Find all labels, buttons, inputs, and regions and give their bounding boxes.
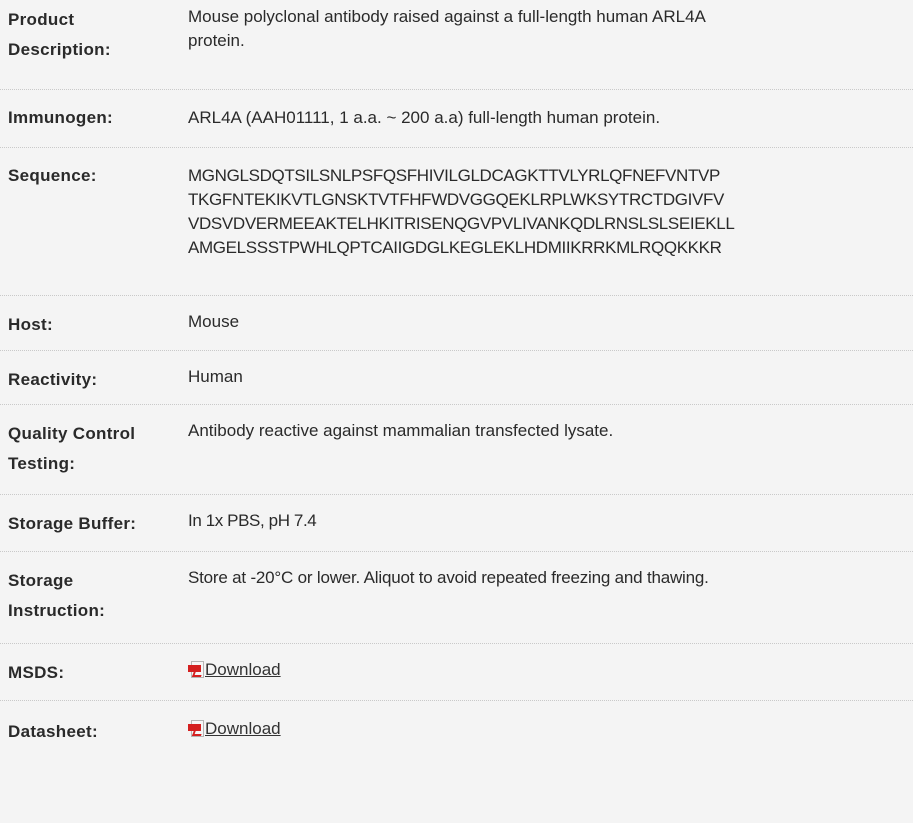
msds-value: Download [188, 658, 913, 686]
host-value: Mouse [188, 312, 240, 331]
sequence-label: Sequence: [8, 166, 97, 185]
product-description-value-line2: protein. [188, 31, 245, 50]
row-msds: MSDS: Download [0, 644, 913, 701]
datasheet-download-link[interactable]: Download [188, 717, 281, 741]
quality-control-label-line1: Quality Control [8, 424, 136, 443]
row-datasheet: Datasheet: Download [0, 701, 913, 758]
quality-control-label-line2: Testing: [8, 454, 76, 473]
quality-control-value: Antibody reactive against mammalian tran… [188, 421, 614, 440]
product-description-value: Mouse polyclonal antibody raised against… [188, 5, 913, 53]
storage-instruction-label: Storage Instruction: [0, 566, 188, 626]
row-sequence: Sequence: MGNGLSDQTSILSNLPSFQSFHIVILGLDC… [0, 148, 913, 296]
row-quality-control: Quality Control Testing: Antibody reacti… [0, 405, 913, 495]
storage-instruction-value: Store at -20°C or lower. Aliquot to avoi… [188, 568, 709, 587]
immunogen-value: ARL4A (AAH01111, 1 a.a. ~ 200 a.a) full-… [188, 108, 661, 127]
reactivity-value: Human [188, 367, 243, 386]
product-description-label: Product Description: [0, 5, 188, 65]
reactivity-label: Reactivity: [8, 370, 98, 389]
row-host: Host: Mouse [0, 296, 913, 351]
row-immunogen: Immunogen: ARL4A (AAH01111, 1 a.a. ~ 200… [0, 90, 913, 148]
storage-instruction-label-line1: Storage [8, 571, 74, 590]
msds-download-link[interactable]: Download [188, 658, 281, 682]
datasheet-label: Datasheet: [8, 722, 98, 741]
sequence-value: MGNGLSDQTSILSNLPSFQSFHIVILGLDCAGKTTVLYRL… [188, 164, 913, 260]
sequence-line: MGNGLSDQTSILSNLPSFQSFHIVILGLDCAGKTTVLYRL… [188, 166, 720, 185]
product-description-label-line2: Description: [8, 40, 111, 59]
pdf-icon [188, 720, 204, 738]
product-description-label-line1: Product [8, 10, 75, 29]
row-product-description: Product Description: Mouse polyclonal an… [0, 0, 913, 90]
host-label: Host: [8, 315, 53, 334]
storage-instruction-label-line2: Instruction: [8, 601, 106, 620]
sequence-line: AMGELSSSTPWHLQPTCAIIGDGLKEGLEKLHDMIIKRRK… [188, 238, 722, 257]
sequence-line: TKGFNTEKIKVTLGNSKTVTFHFWDVGGQEKLRPLWKSYT… [188, 190, 725, 209]
product-spec-table: Product Description: Mouse polyclonal an… [0, 0, 913, 758]
immunogen-label: Immunogen: [8, 108, 113, 127]
row-storage-instruction: Storage Instruction: Store at -20°C or l… [0, 552, 913, 644]
storage-buffer-label: Storage Buffer: [8, 514, 137, 533]
datasheet-value: Download [188, 717, 913, 745]
sequence-line: VDSVDVERMEEAKTELHKITRISENQGVPVLIVANKQDLR… [188, 214, 735, 233]
msds-label: MSDS: [8, 663, 65, 682]
row-reactivity: Reactivity: Human [0, 351, 913, 405]
storage-buffer-value: In 1x PBS, pH 7.4 [188, 511, 317, 530]
row-storage-buffer: Storage Buffer: In 1x PBS, pH 7.4 [0, 495, 913, 552]
datasheet-download-label[interactable]: Download [205, 717, 281, 741]
msds-download-label[interactable]: Download [205, 658, 281, 682]
pdf-icon [188, 661, 204, 679]
quality-control-label: Quality Control Testing: [0, 419, 188, 479]
product-description-value-line1: Mouse polyclonal antibody raised against… [188, 7, 706, 26]
